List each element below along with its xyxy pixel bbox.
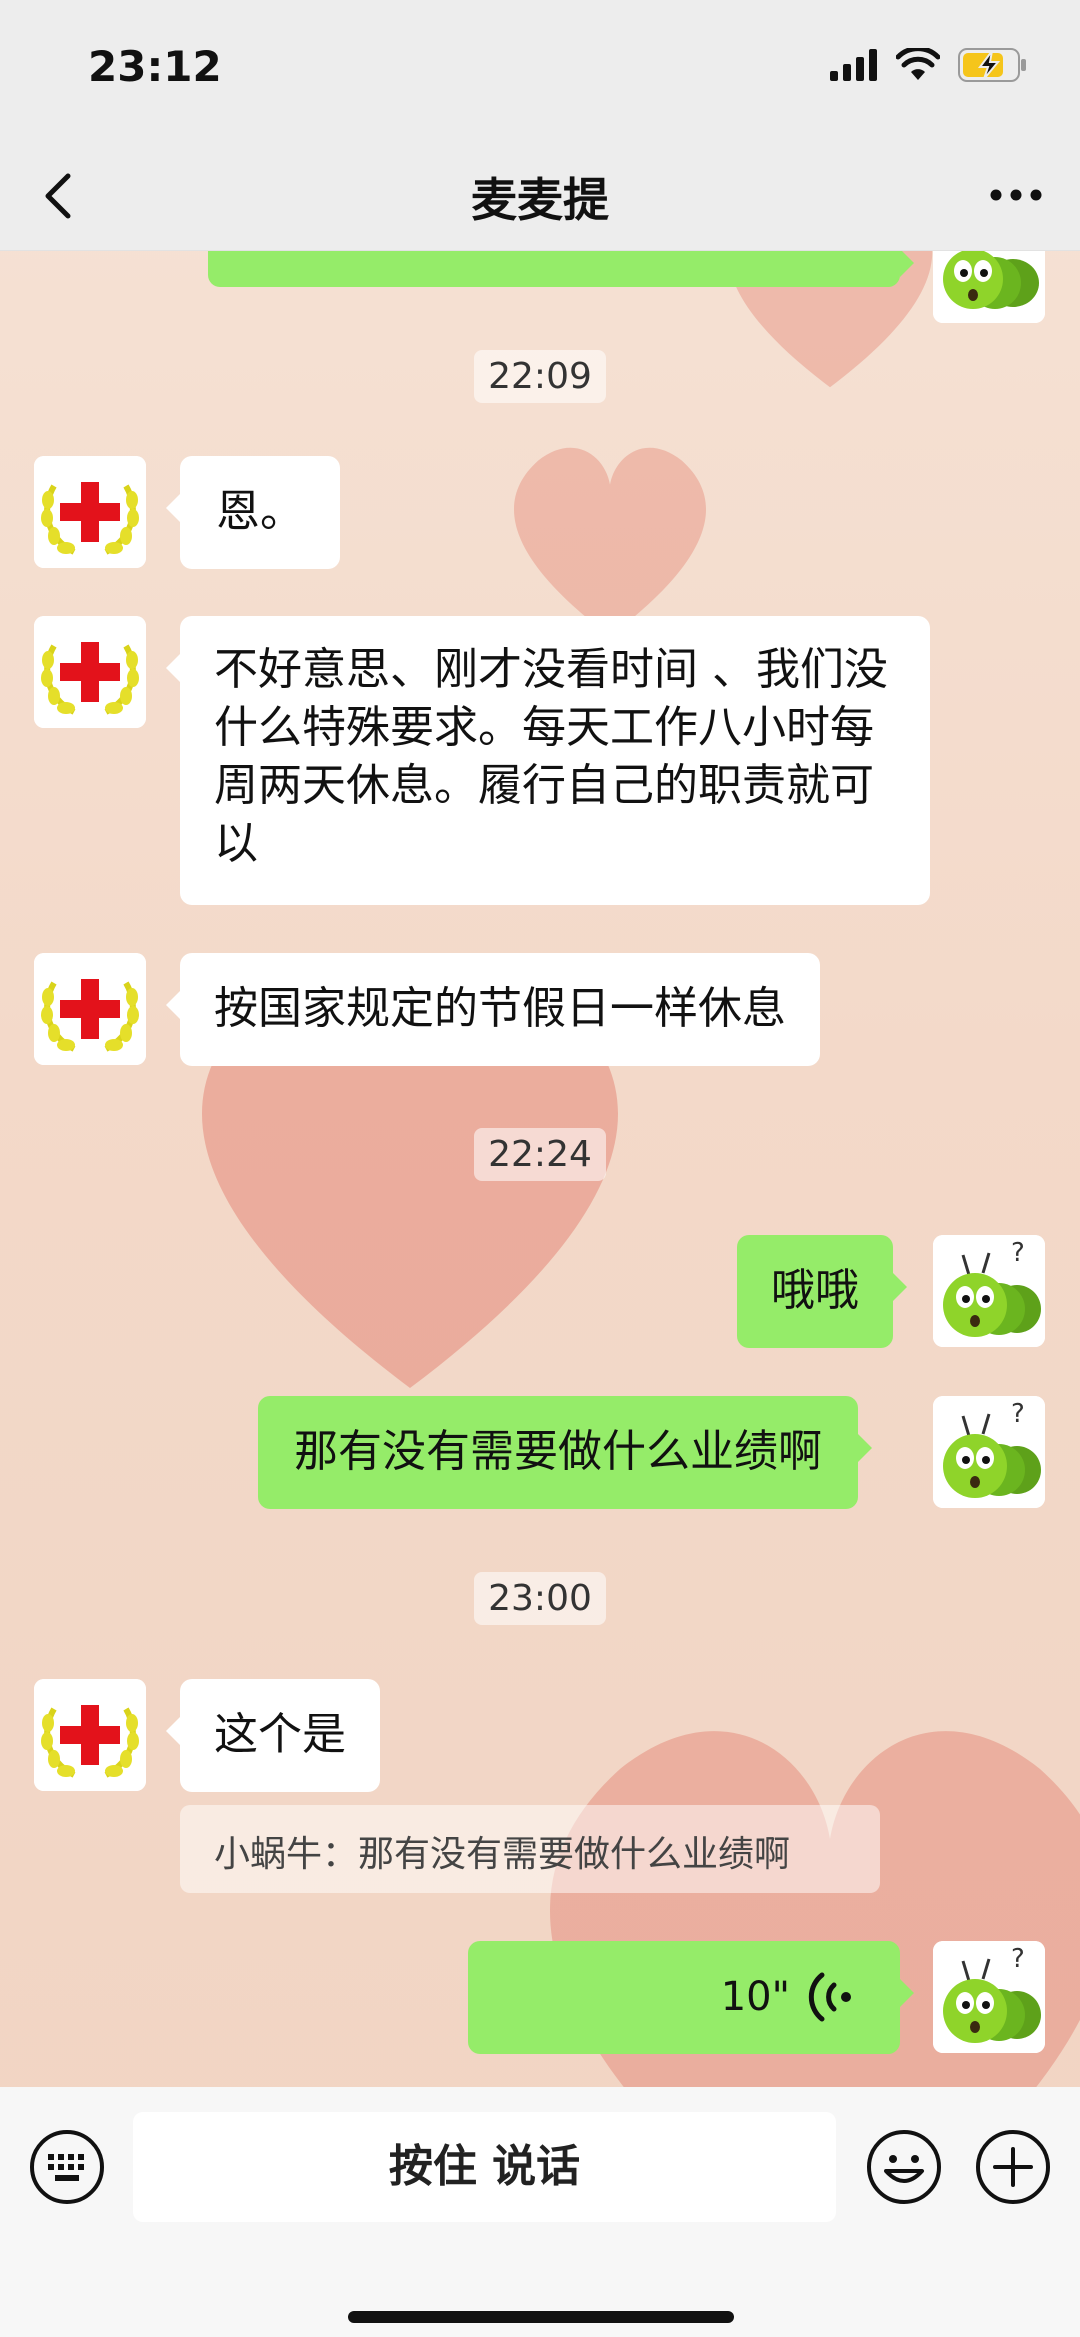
message-bubble-outgoing[interactable] [208, 251, 914, 287]
red-cross-avatar-icon [34, 953, 146, 1065]
svg-text:?: ? [1011, 1238, 1025, 1268]
avatar-contact[interactable] [34, 616, 146, 728]
avatar-self[interactable]: ? [933, 1941, 1045, 2053]
message-bubble-outgoing[interactable]: 那有没有需要做什么业绩啊 [258, 1396, 872, 1509]
svg-text:?: ? [1011, 1944, 1025, 1974]
emoji-button[interactable] [866, 2129, 942, 2205]
message-bubble-incoming[interactable]: 按国家规定的节假日一样休息 [166, 953, 820, 1066]
avatar-self[interactable]: ? [933, 1396, 1045, 1508]
status-icons [830, 48, 1028, 82]
message-bubble-outgoing[interactable]: 哦哦 [737, 1235, 907, 1348]
avatar-self[interactable] [933, 251, 1045, 323]
voice-duration: 10" [720, 1974, 790, 2020]
chat-header: 麦麦提 [0, 140, 1080, 251]
avatar-contact[interactable] [34, 456, 146, 568]
message-bubble-incoming[interactable]: 恩。 [166, 456, 340, 569]
wifi-icon [896, 48, 940, 80]
avatar-contact[interactable] [34, 1679, 146, 1791]
status-time: 23:12 [88, 42, 222, 91]
more-actions-button[interactable] [975, 2129, 1051, 2205]
voice-wave-icon [808, 1972, 851, 2022]
red-cross-avatar-icon [34, 1679, 146, 1791]
emoji-icon [867, 2130, 941, 2204]
red-cross-avatar-icon [34, 456, 146, 568]
plus-icon [976, 2130, 1050, 2204]
cellular-signal-icon [830, 49, 877, 81]
message-list[interactable]: 22:09 恩。 不好意思、刚才没看时间 、我们没什么特殊要求。每天工作八小时每… [0, 251, 1080, 2087]
red-cross-avatar-icon [34, 616, 146, 728]
svg-text:?: ? [1011, 1399, 1025, 1429]
home-indicator[interactable] [348, 2311, 734, 2323]
avatar-contact[interactable] [34, 953, 146, 1065]
quoted-message[interactable]: 小蜗牛：那有没有需要做什么业绩啊 [180, 1805, 880, 1893]
caterpillar-avatar-icon [933, 251, 1045, 323]
voice-message-bubble[interactable]: 10" [468, 1941, 914, 2054]
input-bar: 按住 说话 [0, 2087, 1080, 2337]
status-bar: 23:12 [0, 0, 1080, 140]
battery-charging-icon [958, 48, 1026, 82]
keyboard-icon [30, 2130, 104, 2204]
more-dots-icon [990, 189, 1042, 201]
timestamp: 23:00 [0, 1572, 1080, 1625]
avatar-self[interactable]: ? [933, 1235, 1045, 1347]
message-bubble-incoming[interactable]: 这个是 [166, 1679, 380, 1792]
caterpillar-avatar-icon: ? [933, 1941, 1045, 2053]
timestamp: 22:24 [0, 1128, 1080, 1181]
hold-to-talk-button[interactable]: 按住 说话 [133, 2112, 836, 2222]
chat-title: 麦麦提 [471, 173, 609, 227]
more-button[interactable] [986, 170, 1046, 220]
timestamp: 22:09 [0, 350, 1080, 403]
message-bubble-incoming[interactable]: 不好意思、刚才没看时间 、我们没什么特殊要求。每天工作八小时每周两天休息。履行自… [166, 616, 930, 905]
caterpillar-avatar-icon: ? [933, 1235, 1045, 1347]
keyboard-toggle-button[interactable] [29, 2129, 105, 2205]
caterpillar-avatar-icon: ? [933, 1396, 1045, 1508]
